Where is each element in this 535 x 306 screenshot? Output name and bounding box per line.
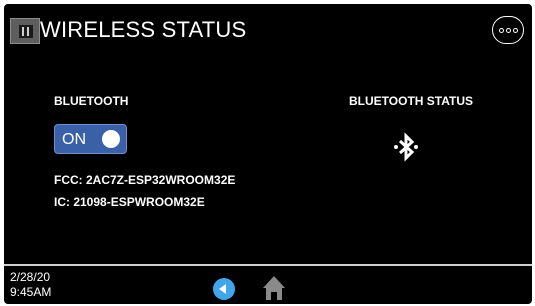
- bluetooth-label: BLUETOOTH: [54, 94, 129, 108]
- bluetooth-toggle[interactable]: ON: [54, 124, 127, 154]
- more-options-icon: [512, 27, 518, 33]
- more-options-icon: [505, 27, 511, 33]
- app-logo-icon: [10, 18, 40, 44]
- bluetooth-icon: [394, 132, 418, 162]
- toggle-knob: [102, 130, 120, 148]
- footer-date: 2/28/20: [10, 270, 51, 284]
- logo-mark: [19, 25, 33, 38]
- bluetooth-status-label: BLUETOOTH STATUS: [349, 94, 473, 108]
- screen: WIRELESS STATUS BLUETOOTH ON FCC: 2AC7Z-…: [0, 0, 535, 306]
- more-options-button[interactable]: [492, 16, 524, 44]
- back-arrow-icon[interactable]: [213, 278, 235, 300]
- footer-time: 9:45AM: [10, 285, 52, 299]
- wireless-status-panel: WIRELESS STATUS BLUETOOTH ON FCC: 2AC7Z-…: [4, 4, 532, 304]
- more-options-icon: [498, 27, 504, 33]
- ic-id: IC: 21098-ESPWROOM32E: [54, 195, 205, 209]
- fcc-id: FCC: 2AC7Z-ESP32WROOM32E: [54, 173, 236, 187]
- page-title: WIRELESS STATUS: [40, 17, 247, 42]
- home-icon[interactable]: [261, 274, 287, 302]
- bluetooth-toggle-label: ON: [62, 131, 86, 148]
- footer-divider: [4, 264, 532, 266]
